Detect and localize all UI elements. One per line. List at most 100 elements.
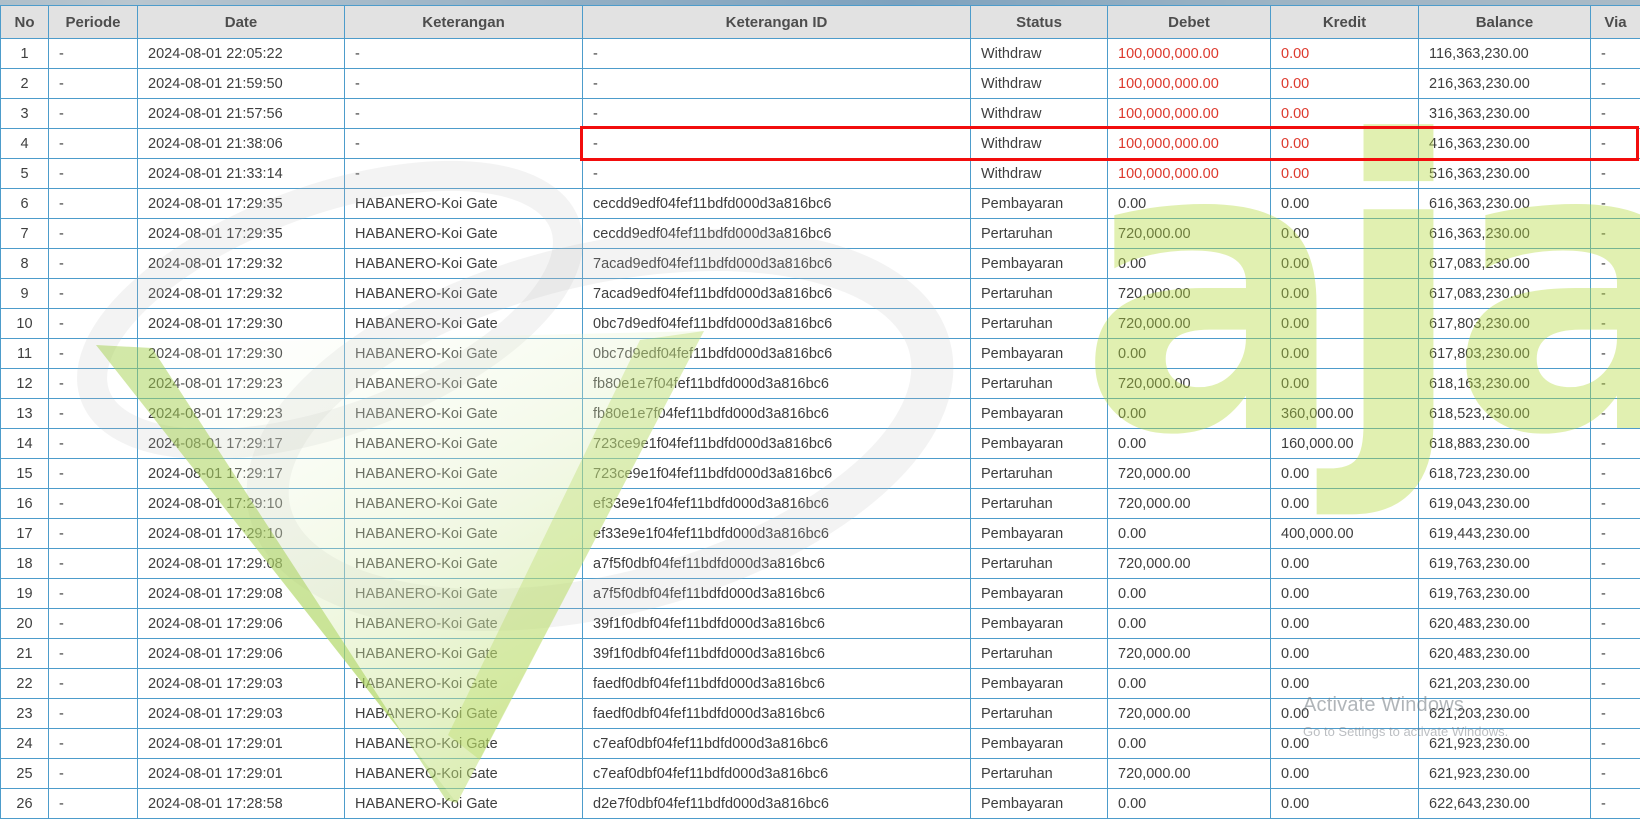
table-header: NoPeriodeDateKeteranganKeterangan IDStat… <box>1 6 1640 39</box>
cell-date: 2024-08-01 17:29:32 <box>138 249 345 279</box>
cell-balance: 516,363,230.00 <box>1419 159 1591 189</box>
cell-keterangan: - <box>345 129 583 159</box>
cell-no: 21 <box>1 639 49 669</box>
cell-keterangan: HABANERO-Koi Gate <box>345 339 583 369</box>
cell-status: Pembayaran <box>971 399 1108 429</box>
cell-keterangan_id: ef33e9e1f04fef11bdfd000d3a816bc6 <box>583 489 971 519</box>
cell-kredit: 0.00 <box>1271 39 1419 69</box>
cell-via: - <box>1591 99 1640 129</box>
cell-keterangan_id: 0bc7d9edf04fef11bdfd000d3a816bc6 <box>583 309 971 339</box>
column-header-no[interactable]: No <box>1 6 49 39</box>
cell-keterangan: HABANERO-Koi Gate <box>345 789 583 819</box>
cell-via: - <box>1591 39 1640 69</box>
cell-keterangan_id: - <box>583 39 971 69</box>
cell-kredit: 0.00 <box>1271 189 1419 219</box>
cell-no: 25 <box>1 759 49 789</box>
cell-keterangan_id: - <box>583 99 971 129</box>
table-row: 13-2024-08-01 17:29:23HABANERO-Koi Gatef… <box>1 399 1640 429</box>
cell-via: - <box>1591 639 1640 669</box>
cell-via: - <box>1591 519 1640 549</box>
cell-no: 24 <box>1 729 49 759</box>
cell-status: Pertaruhan <box>971 279 1108 309</box>
column-header-debet[interactable]: Debet <box>1108 6 1271 39</box>
cell-balance: 617,083,230.00 <box>1419 249 1591 279</box>
table-row: 4-2024-08-01 21:38:06--Withdraw100,000,0… <box>1 129 1640 159</box>
cell-keterangan: HABANERO-Koi Gate <box>345 459 583 489</box>
cell-status: Pembayaran <box>971 189 1108 219</box>
cell-balance: 620,483,230.00 <box>1419 609 1591 639</box>
cell-keterangan_id: 7acad9edf04fef11bdfd000d3a816bc6 <box>583 249 971 279</box>
column-header-kredit[interactable]: Kredit <box>1271 6 1419 39</box>
cell-no: 19 <box>1 579 49 609</box>
cell-status: Withdraw <box>971 129 1108 159</box>
cell-kredit: 0.00 <box>1271 129 1419 159</box>
cell-no: 9 <box>1 279 49 309</box>
cell-balance: 617,083,230.00 <box>1419 279 1591 309</box>
cell-date: 2024-08-01 17:29:10 <box>138 489 345 519</box>
cell-keterangan_id: - <box>583 69 971 99</box>
cell-kredit: 0.00 <box>1271 729 1419 759</box>
column-header-date[interactable]: Date <box>138 6 345 39</box>
table-body: 1-2024-08-01 22:05:22--Withdraw100,000,0… <box>1 39 1640 819</box>
cell-keterangan_id: faedf0dbf04fef11bdfd000d3a816bc6 <box>583 699 971 729</box>
cell-keterangan: HABANERO-Koi Gate <box>345 399 583 429</box>
table-row: 24-2024-08-01 17:29:01HABANERO-Koi Gatec… <box>1 729 1640 759</box>
cell-status: Pembayaran <box>971 249 1108 279</box>
cell-balance: 619,763,230.00 <box>1419 579 1591 609</box>
cell-no: 20 <box>1 609 49 639</box>
transaction-table: NoPeriodeDateKeteranganKeterangan IDStat… <box>0 5 1640 819</box>
cell-keterangan: HABANERO-Koi Gate <box>345 519 583 549</box>
cell-balance: 619,043,230.00 <box>1419 489 1591 519</box>
cell-debet: 720,000.00 <box>1108 549 1271 579</box>
cell-keterangan: - <box>345 39 583 69</box>
cell-periode: - <box>49 69 138 99</box>
cell-debet: 720,000.00 <box>1108 489 1271 519</box>
cell-keterangan_id: 723ce9e1f04fef11bdfd000d3a816bc6 <box>583 429 971 459</box>
cell-no: 1 <box>1 39 49 69</box>
cell-keterangan: HABANERO-Koi Gate <box>345 639 583 669</box>
column-header-via[interactable]: Via <box>1591 6 1640 39</box>
cell-status: Withdraw <box>971 99 1108 129</box>
horizontal-scrollbar[interactable] <box>0 0 1640 5</box>
cell-periode: - <box>49 639 138 669</box>
cell-keterangan: - <box>345 99 583 129</box>
cell-keterangan: HABANERO-Koi Gate <box>345 219 583 249</box>
cell-status: Pertaruhan <box>971 309 1108 339</box>
column-header-keterangan[interactable]: Keterangan <box>345 6 583 39</box>
column-header-periode[interactable]: Periode <box>49 6 138 39</box>
cell-keterangan: HABANERO-Koi Gate <box>345 729 583 759</box>
cell-date: 2024-08-01 21:38:06 <box>138 129 345 159</box>
cell-no: 5 <box>1 159 49 189</box>
cell-keterangan_id: c7eaf0dbf04fef11bdfd000d3a816bc6 <box>583 729 971 759</box>
cell-keterangan_id: fb80e1e7f04fef11bdfd000d3a816bc6 <box>583 399 971 429</box>
cell-debet: 100,000,000.00 <box>1108 69 1271 99</box>
cell-debet: 720,000.00 <box>1108 279 1271 309</box>
cell-periode: - <box>49 459 138 489</box>
cell-keterangan: HABANERO-Koi Gate <box>345 669 583 699</box>
cell-status: Pertaruhan <box>971 219 1108 249</box>
table-row: 22-2024-08-01 17:29:03HABANERO-Koi Gatef… <box>1 669 1640 699</box>
table-row: 18-2024-08-01 17:29:08HABANERO-Koi Gatea… <box>1 549 1640 579</box>
cell-keterangan: - <box>345 159 583 189</box>
column-header-status[interactable]: Status <box>971 6 1108 39</box>
cell-date: 2024-08-01 17:29:30 <box>138 309 345 339</box>
cell-balance: 620,483,230.00 <box>1419 639 1591 669</box>
cell-status: Pembayaran <box>971 339 1108 369</box>
cell-debet: 720,000.00 <box>1108 459 1271 489</box>
column-header-balance[interactable]: Balance <box>1419 6 1591 39</box>
cell-no: 10 <box>1 309 49 339</box>
cell-periode: - <box>49 489 138 519</box>
cell-keterangan: HABANERO-Koi Gate <box>345 369 583 399</box>
table-row: 19-2024-08-01 17:29:08HABANERO-Koi Gatea… <box>1 579 1640 609</box>
cell-via: - <box>1591 339 1640 369</box>
cell-debet: 0.00 <box>1108 189 1271 219</box>
column-header-keterangan_id[interactable]: Keterangan ID <box>583 6 971 39</box>
cell-date: 2024-08-01 17:29:01 <box>138 729 345 759</box>
cell-no: 11 <box>1 339 49 369</box>
cell-debet: 0.00 <box>1108 339 1271 369</box>
table-row: 20-2024-08-01 17:29:06HABANERO-Koi Gate3… <box>1 609 1640 639</box>
cell-kredit: 0.00 <box>1271 579 1419 609</box>
cell-kredit: 0.00 <box>1271 759 1419 789</box>
cell-periode: - <box>49 129 138 159</box>
table-row: 7-2024-08-01 17:29:35HABANERO-Koi Gatece… <box>1 219 1640 249</box>
